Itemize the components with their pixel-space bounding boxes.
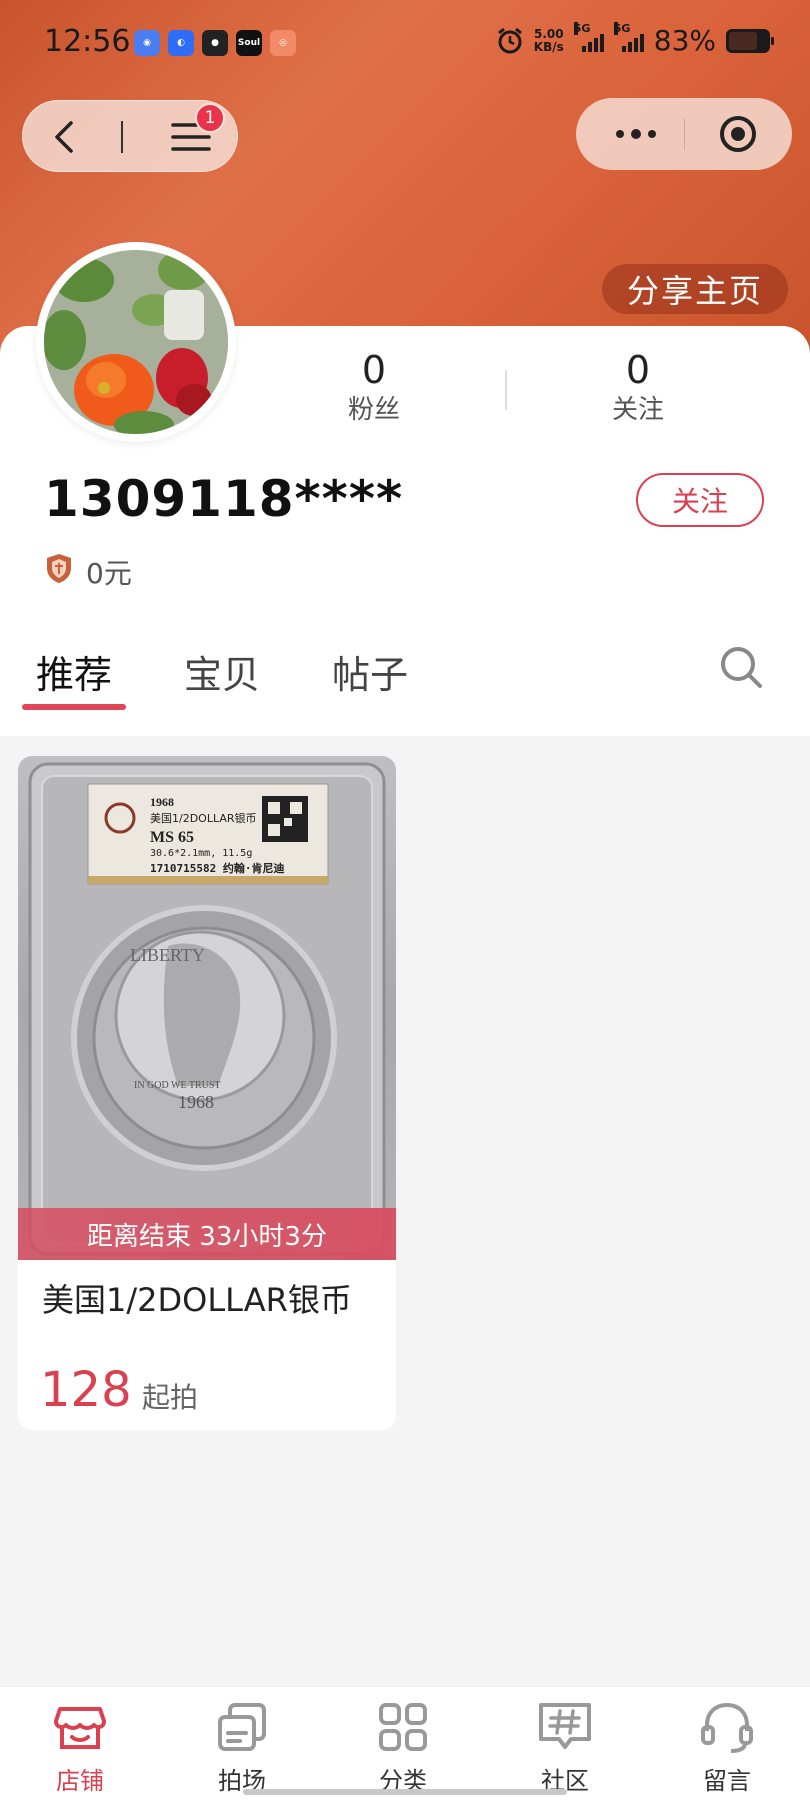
alarm-icon bbox=[497, 27, 522, 53]
category-icon bbox=[379, 1703, 427, 1751]
tab-recommend[interactable]: 推荐 bbox=[36, 644, 112, 699]
more-dots-icon[interactable] bbox=[606, 116, 666, 152]
nav-item-message[interactable]: 留言 bbox=[677, 1697, 777, 1796]
headset-icon bbox=[701, 1702, 753, 1753]
coin-motto-text: IN GOD WE TRUST bbox=[134, 1080, 221, 1091]
product-card[interactable]: 1968 美国1/2DOLLAR银币 MS 65 30.6*2.1mm, 11.… bbox=[18, 756, 396, 1430]
slab-name: 美国1/2DOLLAR银币 bbox=[150, 811, 257, 825]
soul-icon: Soul bbox=[236, 30, 262, 56]
username: 1309118**** bbox=[44, 470, 404, 528]
signal-2-icon: 5G bbox=[613, 21, 644, 52]
followers-label: 粉丝 bbox=[347, 395, 400, 425]
coin-liberty-text: LIBERTY bbox=[130, 945, 205, 965]
qq-icon: ● bbox=[202, 30, 228, 56]
capsule-divider bbox=[684, 118, 685, 150]
following-stat[interactable]: 0 关注 bbox=[578, 350, 698, 430]
network-speed: 5.00 KB/s bbox=[533, 26, 564, 54]
shop-icon bbox=[54, 1707, 106, 1749]
status-bar: 12:56 ◉ ◐ ● Soul ◎ 5.00 KB/s 5G 5G 83% bbox=[0, 0, 810, 90]
miniprogram-capsule bbox=[576, 98, 792, 170]
tab-items[interactable]: 宝贝 bbox=[184, 644, 260, 699]
following-label: 关注 bbox=[611, 395, 664, 425]
balance-amount: 0元 bbox=[86, 557, 132, 590]
battery-icon bbox=[726, 28, 774, 53]
followers-stat[interactable]: 0 粉丝 bbox=[314, 350, 434, 430]
auction-countdown: 距离结束 33小时3分 bbox=[18, 1208, 396, 1260]
tab-posts[interactable]: 帖子 bbox=[332, 644, 408, 699]
content-tabs: 推荐 宝贝 帖子 bbox=[0, 630, 810, 730]
status-time: 12:56 bbox=[44, 24, 131, 59]
back-arrow-icon[interactable] bbox=[47, 119, 83, 155]
slab-year: 1968 bbox=[150, 795, 174, 809]
search-icon[interactable] bbox=[718, 644, 764, 690]
slab-serial: 1710715582 约翰·肯尼迪 bbox=[150, 861, 284, 875]
nav-item-shop[interactable]: 店铺 bbox=[30, 1697, 130, 1796]
starting-bid-label: 起拍 bbox=[142, 1381, 199, 1414]
stats-divider bbox=[505, 370, 507, 410]
capsule-divider bbox=[121, 121, 123, 153]
follow-button[interactable]: 关注 bbox=[636, 473, 764, 527]
following-count: 0 bbox=[625, 348, 651, 392]
slab-grade: MS 65 bbox=[150, 829, 194, 846]
share-homepage-button[interactable]: 分享主页 bbox=[602, 264, 788, 314]
product-price: 128 bbox=[40, 1362, 132, 1418]
home-indicator[interactable] bbox=[243, 1789, 567, 1795]
notification-app-icons: ◉ ◐ ● Soul ◎ bbox=[134, 30, 296, 56]
nav-item-category[interactable]: 分类 bbox=[353, 1697, 453, 1796]
close-target-icon[interactable] bbox=[718, 114, 758, 154]
product-title: 美国1/2DOLLAR银币 bbox=[42, 1281, 352, 1319]
community-icon bbox=[539, 1703, 591, 1749]
battery-percent: 83% bbox=[653, 24, 716, 57]
camera-app-icon: ◎ bbox=[270, 30, 296, 56]
notification-badge: 1 bbox=[195, 103, 225, 133]
nav-item-community[interactable]: 社区 bbox=[515, 1697, 615, 1796]
shield-icon bbox=[47, 554, 71, 583]
avatar-flower-image bbox=[44, 250, 228, 434]
nav-capsule: 1 bbox=[22, 100, 238, 172]
coin-year-text: 1968 bbox=[178, 1092, 214, 1112]
signal-1-icon: 5G bbox=[573, 21, 604, 52]
bottom-nav: 店铺 拍场 分类 社区 留言 bbox=[0, 1686, 810, 1800]
auction-icon bbox=[218, 1703, 266, 1751]
status-indicators: 5.00 KB/s 5G 5G 83% bbox=[496, 21, 774, 57]
avatar[interactable] bbox=[36, 242, 236, 442]
nav-item-auction[interactable]: 拍场 bbox=[192, 1697, 292, 1796]
baidu-icon: ◐ bbox=[168, 30, 194, 56]
product-image: 1968 美国1/2DOLLAR银币 MS 65 30.6*2.1mm, 11.… bbox=[18, 756, 396, 1260]
active-tab-indicator bbox=[22, 704, 126, 710]
qq-browser-icon: ◉ bbox=[134, 30, 160, 56]
followers-count: 0 bbox=[361, 348, 387, 392]
coin-slab-image: 1968 美国1/2DOLLAR银币 MS 65 30.6*2.1mm, 11.… bbox=[28, 762, 386, 1256]
slab-specs: 30.6*2.1mm, 11.5g bbox=[150, 848, 252, 859]
